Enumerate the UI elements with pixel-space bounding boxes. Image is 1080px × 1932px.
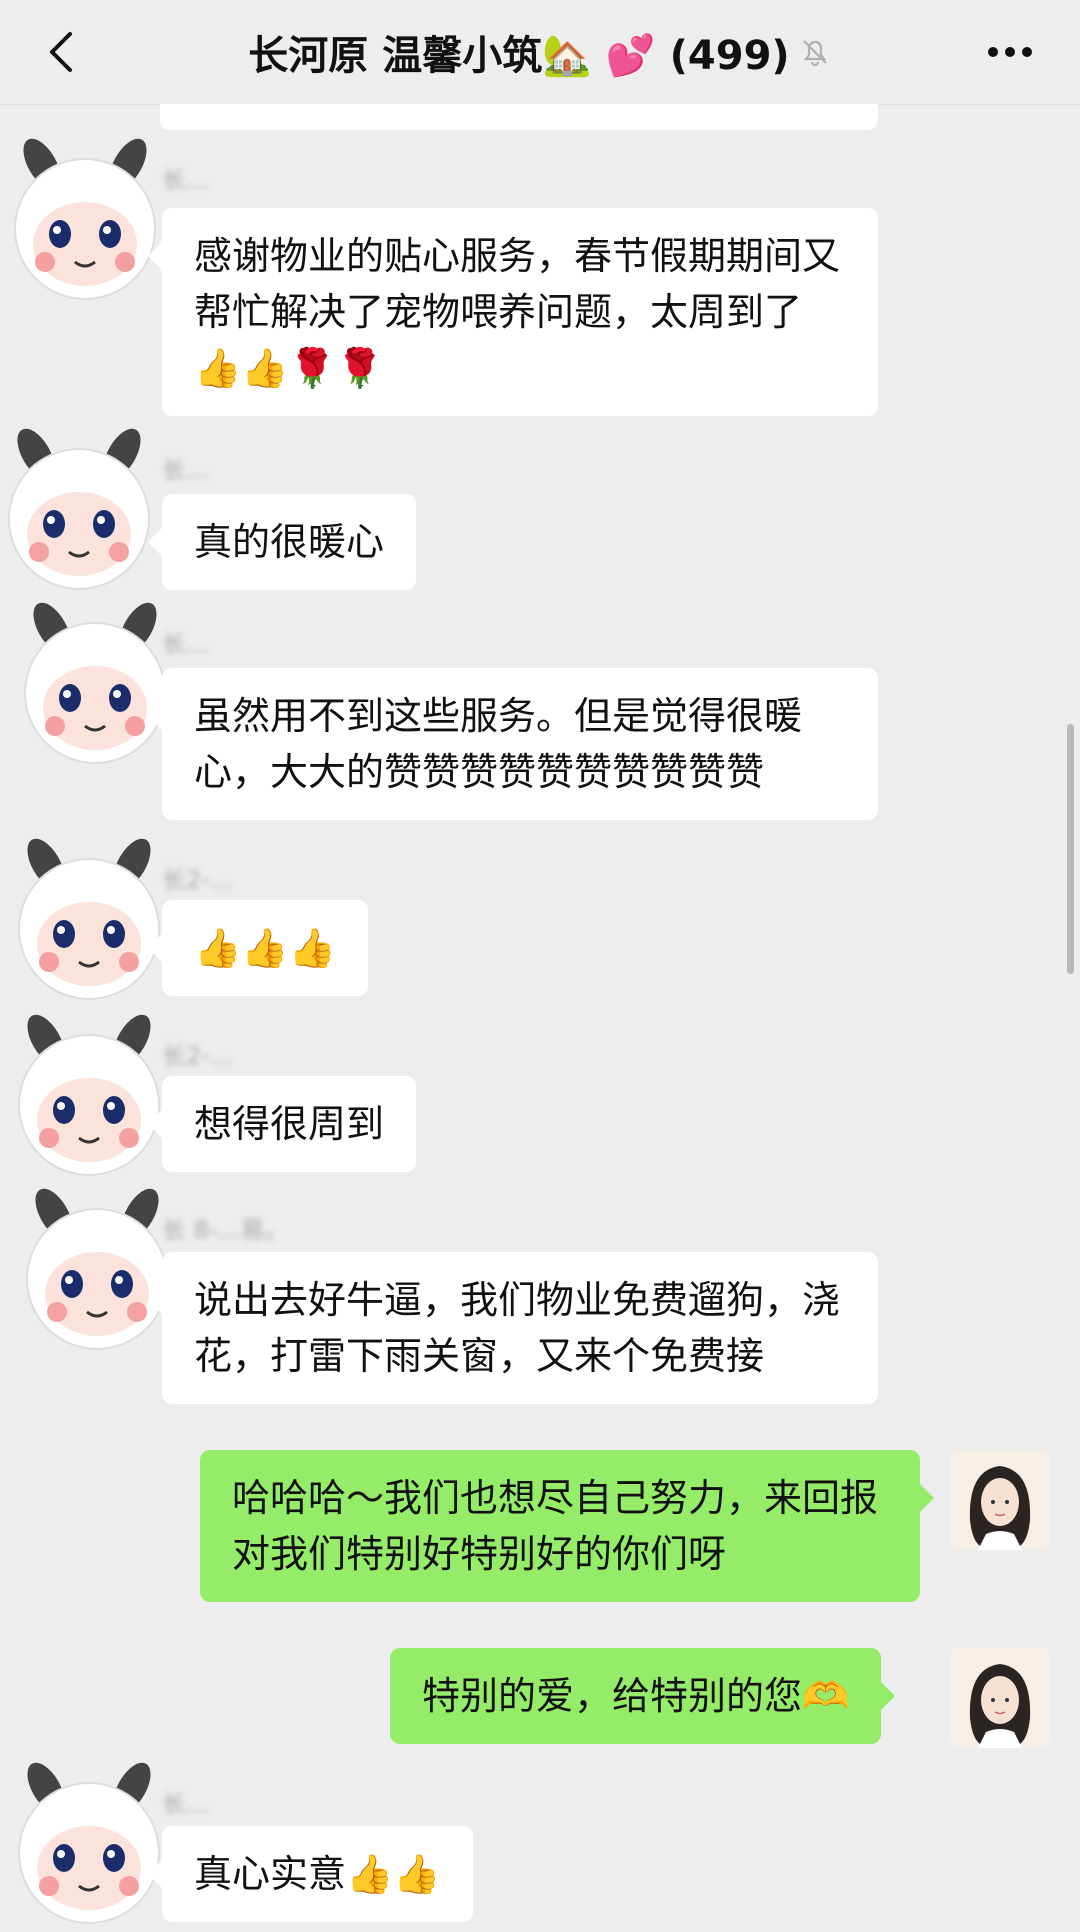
message-bubble[interactable]: 真的很暖心 <box>147 494 417 590</box>
my-message-bubble[interactable]: 哈哈哈～我们也想尽自己努力，来回报对我们特别好特别好的你们呀 <box>200 1450 934 1602</box>
more-options-icon[interactable] <box>980 30 1040 74</box>
scrollbar[interactable] <box>1067 724 1074 974</box>
avatar[interactable] <box>0 134 170 304</box>
mute-bell-icon <box>798 35 832 69</box>
chat-header: 长河原 温馨小筑🏡 💕 (499) <box>0 0 1080 105</box>
chat-title: 长河原 温馨小筑🏡 💕 (499) <box>248 33 790 79</box>
message-bubble[interactable]: 虽然用不到这些服务。但是觉得很暖心，大大的赞赞赞赞赞赞赞赞赞赞 <box>148 668 878 820</box>
message-bubble[interactable]: 感谢物业的贴心服务，春节假期期间又帮忙解决了宠物喂养问题，太周到了👍👍🌹🌹 <box>148 208 878 416</box>
message-bubble[interactable]: 真心实意👍👍 <box>148 1826 473 1922</box>
message-bubble[interactable]: 👍👍👍 <box>148 900 368 996</box>
avatar[interactable] <box>0 424 164 594</box>
my-avatar[interactable] <box>950 1648 1050 1748</box>
message-bubble[interactable]: 想得很周到 <box>147 1076 417 1172</box>
previous-message-edge <box>160 104 878 130</box>
avatar[interactable] <box>4 834 174 1004</box>
avatar[interactable] <box>4 1758 174 1928</box>
back-icon[interactable] <box>38 30 82 74</box>
sender-name: 长... <box>162 456 209 484</box>
avatar[interactable] <box>4 1010 174 1180</box>
my-message-bubble[interactable]: 特别的爱，给特别的您🫶 <box>390 1648 896 1744</box>
message-bubble[interactable]: 说出去好牛逼，我们物业免费遛狗，浇花，打雷下雨关窗，又来个免费接 <box>148 1252 878 1404</box>
avatar[interactable] <box>10 598 180 768</box>
chat-area[interactable]: 长... 感谢物业的贴心服务，春节假期期间又帮忙解决了宠物喂养问题，太周到了👍👍… <box>0 104 1080 1924</box>
my-avatar[interactable] <box>950 1450 1050 1550</box>
avatar[interactable] <box>12 1184 182 1354</box>
title-wrap: 长河原 温馨小筑🏡 💕 (499) <box>248 23 831 81</box>
